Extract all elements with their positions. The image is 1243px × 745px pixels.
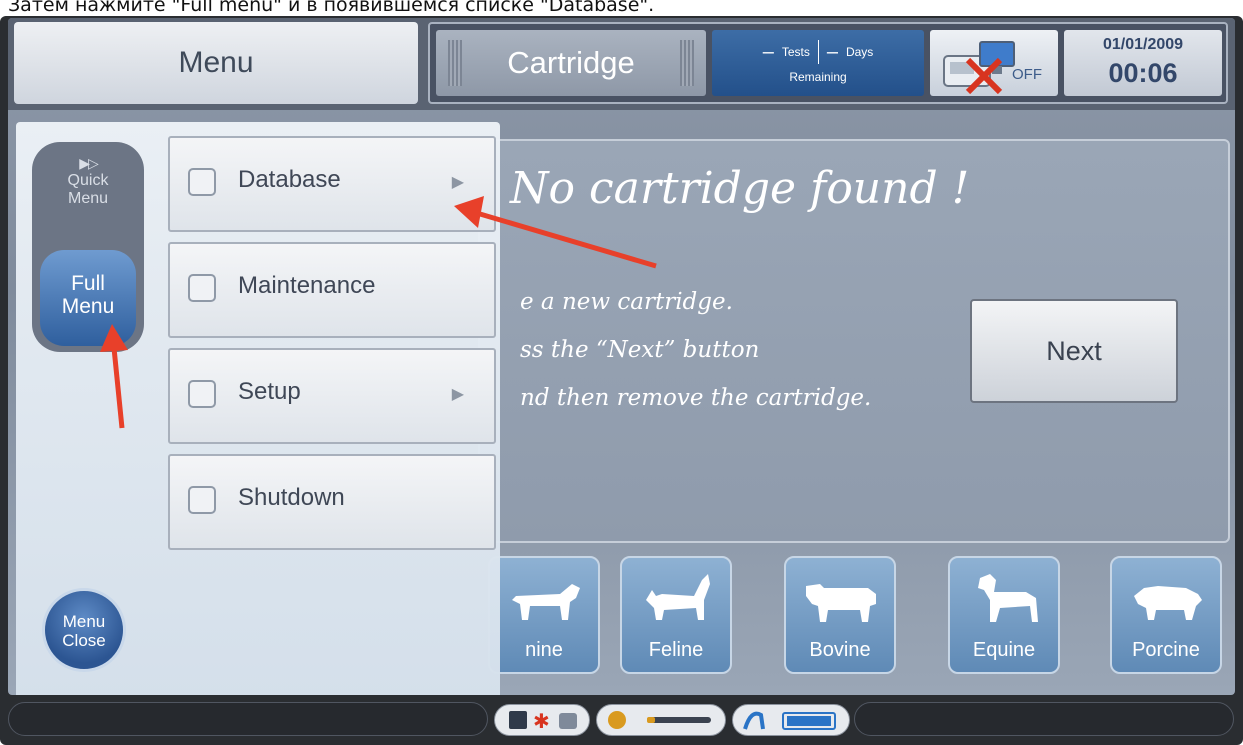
bottom-bar-right [854,702,1234,736]
status-icons-group: ✱ [494,704,590,736]
screen: Menu Cartridge – Tests – Days Remaining … [8,18,1235,695]
asterisk-icon: ✱ [533,709,550,733]
instruction-caption: Затем нажмите "Full menu" и в появившемс… [8,0,655,16]
battery-level [787,716,831,726]
annotation-arrows [100,196,657,429]
volume-slider-fill [647,717,655,723]
bottom-bar-left [8,702,488,736]
bottom-indicator-bar: ✱ [0,696,1243,745]
volume-control[interactable] [596,704,726,736]
volume-slider-track [647,717,711,723]
arrow-to-database [454,196,657,269]
power-status [732,704,850,736]
disk-icon [509,711,527,729]
device-frame: Menu Cartridge – Tests – Days Remaining … [0,16,1243,745]
speaker-icon [608,711,626,729]
printer-icon [559,713,577,729]
arrow-to-full-menu [100,324,128,429]
plug-icon [743,711,765,730]
